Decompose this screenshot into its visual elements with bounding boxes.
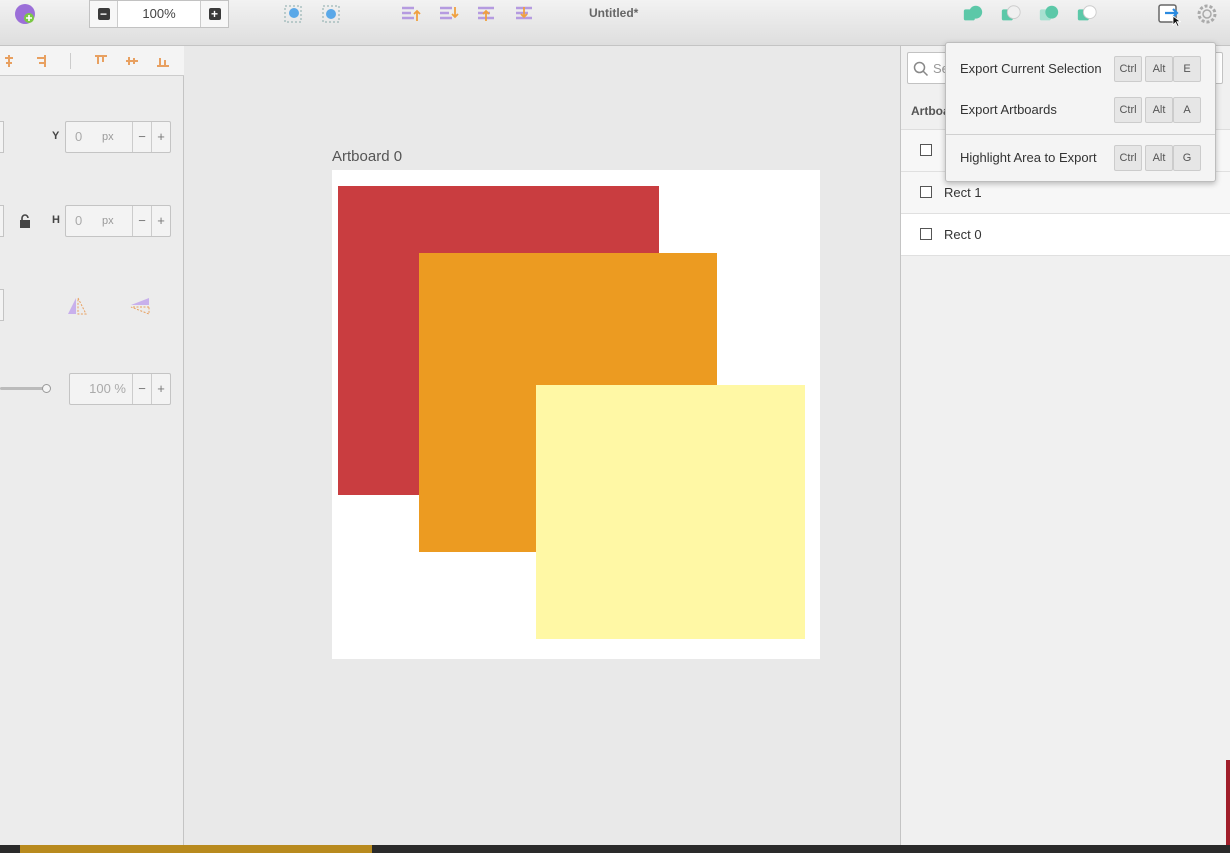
- opacity-slider-handle[interactable]: [42, 384, 51, 393]
- shortcut-key: Alt: [1145, 97, 1173, 123]
- opacity-increment-button[interactable]: +: [151, 374, 170, 404]
- exclude-icon[interactable]: [1076, 3, 1098, 25]
- layer-name: Rect 0: [944, 227, 982, 242]
- y-label: Y: [52, 130, 60, 142]
- alignment-toolbar: [0, 46, 184, 76]
- align-center-h-icon[interactable]: [2, 54, 16, 68]
- add-shape-icon[interactable]: [14, 3, 36, 25]
- canvas[interactable]: Artboard 0: [185, 46, 900, 845]
- shortcut-key: Alt: [1145, 145, 1173, 171]
- opacity-field[interactable]: 100 % − +: [69, 373, 171, 405]
- artboard[interactable]: [332, 170, 820, 659]
- align-middle-icon[interactable]: [125, 54, 139, 68]
- bring-to-front-icon[interactable]: [475, 3, 497, 25]
- layer-name: Rect 1: [944, 185, 982, 200]
- h-decrement-button[interactable]: −: [132, 206, 151, 236]
- shortcut-key: G: [1173, 145, 1201, 171]
- zoom-in-button[interactable]: +: [200, 1, 228, 27]
- search-icon: [913, 61, 929, 77]
- highlight-area-item[interactable]: Highlight Area to Export Ctrl Alt G: [946, 139, 1215, 177]
- h-field[interactable]: 0 px − +: [65, 205, 171, 237]
- toolbar: − 100% + Untitled*: [0, 0, 1230, 46]
- taskbar-item: [20, 845, 372, 853]
- subtract-icon[interactable]: [1000, 3, 1022, 25]
- shortcut-key: Ctrl: [1114, 56, 1142, 82]
- y-decrement-button[interactable]: −: [132, 122, 151, 152]
- export-menu: Export Current Selection Ctrl Alt E Expo…: [945, 42, 1216, 182]
- h-increment-button[interactable]: +: [151, 206, 170, 236]
- divider: [70, 53, 71, 69]
- properties-panel: Y 0 px − + H 0 px − + 100 % − +: [0, 46, 184, 845]
- flip-horizontal-icon[interactable]: [66, 296, 88, 316]
- align-right-icon[interactable]: [33, 54, 47, 68]
- flip-vertical-icon[interactable]: [129, 296, 151, 316]
- w-field-stub[interactable]: [0, 205, 4, 237]
- rect-2[interactable]: [536, 385, 805, 639]
- shortcut-key: Ctrl: [1114, 145, 1142, 171]
- export-current-selection-item[interactable]: Export Current Selection Ctrl Alt E: [946, 50, 1215, 88]
- zoom-control: − 100% +: [89, 0, 229, 28]
- h-label: H: [52, 214, 60, 226]
- align-top-icon[interactable]: [94, 54, 108, 68]
- bring-forward-icon[interactable]: [399, 3, 421, 25]
- shortcut-key: Ctrl: [1114, 97, 1142, 123]
- rotation-field-stub[interactable]: [0, 289, 4, 321]
- shortcut-key: A: [1173, 97, 1201, 123]
- gear-icon[interactable]: [1195, 2, 1219, 26]
- y-field[interactable]: 0 px − +: [65, 121, 171, 153]
- window-edge: [1226, 760, 1230, 845]
- export-icon[interactable]: [1157, 2, 1181, 26]
- intersect-icon[interactable]: [1038, 3, 1060, 25]
- select-shape-icon[interactable]: [320, 3, 342, 25]
- send-to-back-icon[interactable]: [513, 3, 535, 25]
- artboard-label[interactable]: Artboard 0: [332, 148, 402, 165]
- select-points-icon[interactable]: [282, 3, 304, 25]
- align-bottom-icon[interactable]: [156, 54, 170, 68]
- shortcut-key: E: [1173, 56, 1201, 82]
- lock-icon[interactable]: [18, 214, 32, 228]
- layer-visibility-checkbox[interactable]: [920, 228, 932, 240]
- zoom-value[interactable]: 100%: [118, 1, 200, 27]
- shortcut-key: Alt: [1145, 56, 1173, 82]
- layer-visibility-checkbox[interactable]: [920, 186, 932, 198]
- layer-row[interactable]: Rect 0: [901, 214, 1230, 256]
- y-increment-button[interactable]: +: [151, 122, 170, 152]
- layer-visibility-checkbox[interactable]: [920, 144, 932, 156]
- union-icon[interactable]: [962, 3, 984, 25]
- zoom-out-button[interactable]: −: [90, 1, 118, 27]
- send-backward-icon[interactable]: [437, 3, 459, 25]
- opacity-slider-track[interactable]: [0, 387, 48, 390]
- menu-separator: [946, 134, 1215, 135]
- export-artboards-item[interactable]: Export Artboards Ctrl Alt A: [946, 91, 1215, 129]
- opacity-decrement-button[interactable]: −: [132, 374, 151, 404]
- x-field-stub[interactable]: [0, 121, 4, 153]
- document-title: Untitled*: [589, 6, 639, 20]
